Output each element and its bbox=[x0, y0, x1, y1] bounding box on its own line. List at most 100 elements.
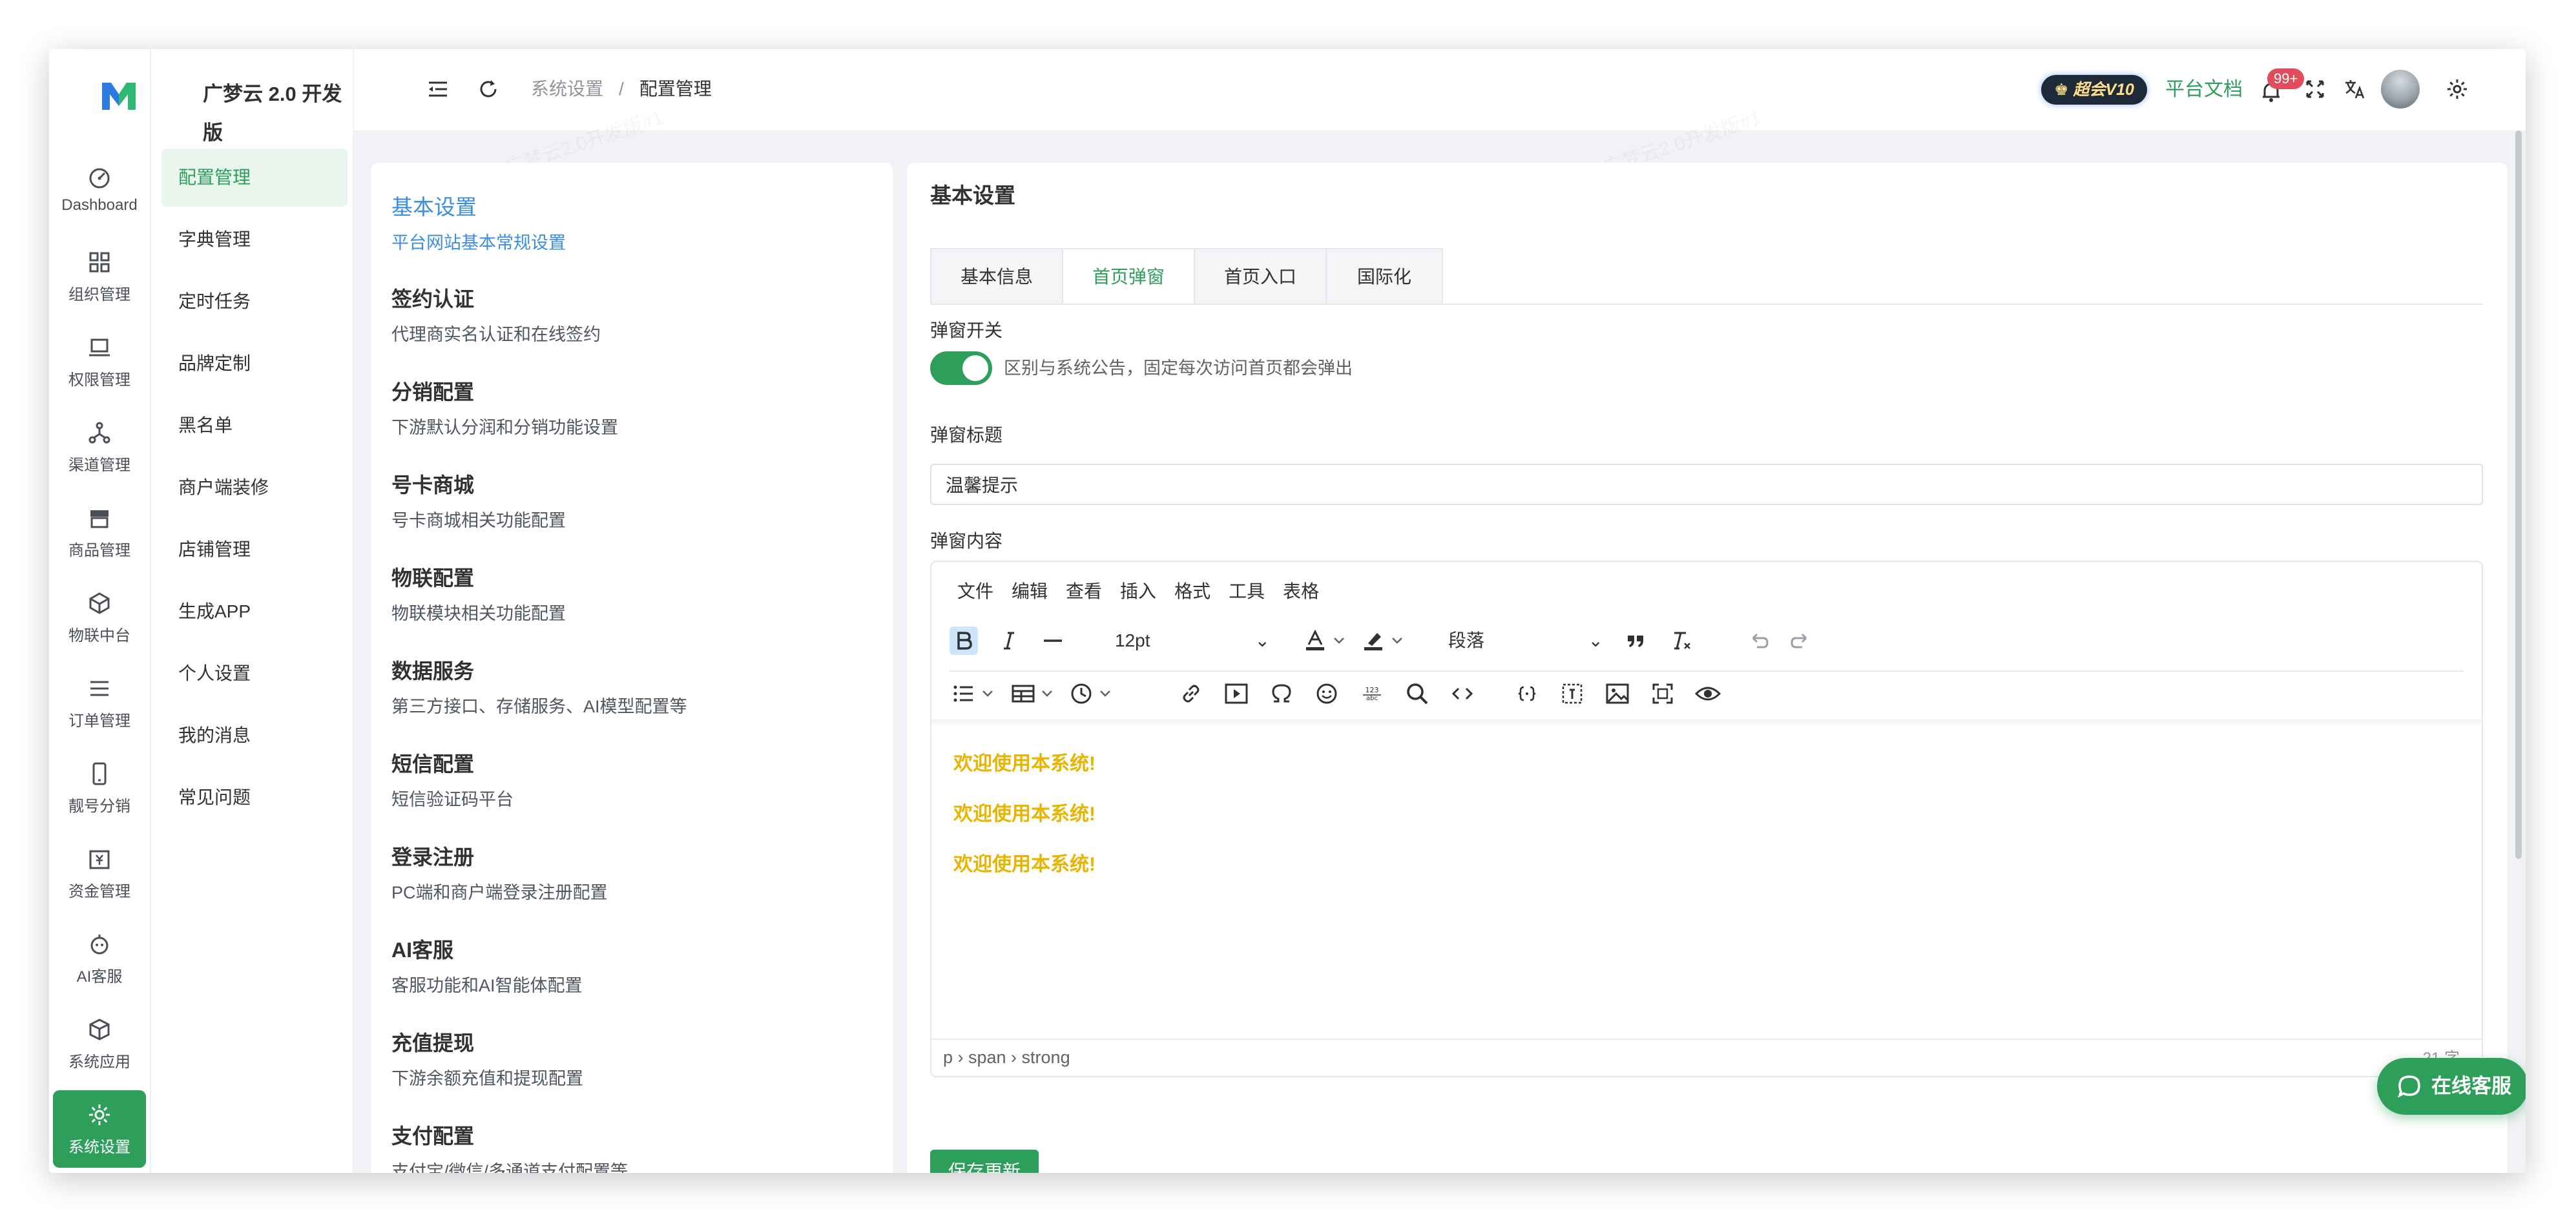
platform-docs-link[interactable]: 平台文档 bbox=[2165, 75, 2243, 105]
submenu-item-messages[interactable]: 我的消息 bbox=[161, 707, 348, 765]
rail-item-apps[interactable]: 系统应用 bbox=[53, 1005, 146, 1082]
menu-format[interactable]: 格式 bbox=[1174, 577, 1210, 603]
popup-switch-toggle[interactable] bbox=[930, 351, 992, 385]
italic-icon[interactable] bbox=[995, 627, 1023, 655]
highlight-color-icon[interactable] bbox=[1359, 627, 1387, 655]
menu-file[interactable]: 文件 bbox=[957, 577, 993, 603]
bold-icon[interactable] bbox=[950, 627, 978, 655]
toolbar-shadow bbox=[931, 720, 2482, 726]
tab-basic-info[interactable]: 基本信息 bbox=[930, 248, 1063, 304]
preview-eye-icon[interactable] bbox=[1694, 679, 1722, 708]
config-category-list: 基本设置 平台网站基本常规设置 签约认证 代理商实名认证和在线签约 分销配置 下… bbox=[371, 163, 893, 1173]
popup-title-input[interactable] bbox=[930, 464, 2483, 505]
menu-table[interactable]: 表格 bbox=[1283, 577, 1319, 603]
submenu-item-merchant-decor[interactable]: 商户端装修 bbox=[161, 459, 348, 517]
category-title: 基本设置 bbox=[391, 195, 477, 219]
rail-item-org[interactable]: 组织管理 bbox=[53, 238, 146, 315]
redo-icon[interactable] bbox=[1787, 627, 1815, 655]
element-path[interactable]: p › span › strong bbox=[943, 1048, 1070, 1068]
emoji-icon[interactable] bbox=[1313, 679, 1341, 708]
chevron-down-icon[interactable] bbox=[978, 679, 997, 708]
menu-tools[interactable]: 工具 bbox=[1229, 577, 1265, 603]
submenu-item-profile[interactable]: 个人设置 bbox=[161, 645, 348, 703]
category-sms[interactable]: 短信配置 短信验证码平台 bbox=[371, 748, 514, 811]
translate-icon[interactable] bbox=[2343, 78, 2367, 101]
rail-item-goods[interactable]: 商品管理 bbox=[53, 493, 146, 571]
submenu-item-config[interactable]: 配置管理 bbox=[161, 149, 348, 207]
vip-level-badge[interactable]: ♚ 超会V10 bbox=[2041, 75, 2147, 105]
rail-item-orders[interactable]: 订单管理 bbox=[53, 664, 146, 741]
m-logo-icon[interactable] bbox=[98, 75, 140, 116]
clear-format-icon[interactable] bbox=[1667, 627, 1695, 655]
category-login[interactable]: 登录注册 PC端和商户端登录注册配置 bbox=[371, 841, 608, 904]
menu-fold-icon[interactable] bbox=[426, 78, 450, 101]
media-icon[interactable] bbox=[1222, 679, 1251, 708]
submenu-item-build-app[interactable]: 生成APP bbox=[161, 583, 348, 641]
horizontal-rule-icon[interactable] bbox=[1039, 627, 1067, 655]
chevron-down-icon[interactable] bbox=[1329, 627, 1349, 655]
chevron-down-icon[interactable] bbox=[1096, 679, 1115, 708]
user-avatar[interactable] bbox=[2381, 70, 2420, 109]
menu-insert[interactable]: 插入 bbox=[1120, 577, 1156, 603]
menu-edit[interactable]: 编辑 bbox=[1012, 577, 1048, 603]
tab-home-popup[interactable]: 首页弹窗 bbox=[1062, 248, 1195, 304]
text-color-icon[interactable] bbox=[1301, 627, 1329, 655]
rail-item-ai-service[interactable]: AI客服 bbox=[53, 920, 146, 997]
category-data-service[interactable]: 数据服务 第三方接口、存储服务、AI模型配置等 bbox=[371, 655, 687, 718]
submenu-item-blacklist[interactable]: 黑名单 bbox=[161, 397, 348, 455]
chevron-down-icon[interactable] bbox=[1037, 679, 1057, 708]
clock-icon[interactable] bbox=[1067, 679, 1096, 708]
category-basic[interactable]: 基本设置 平台网站基本常规设置 bbox=[371, 190, 566, 254]
table-icon[interactable] bbox=[1009, 679, 1037, 708]
rail-item-number[interactable]: 靓号分销 bbox=[53, 749, 146, 827]
settings-gear-icon[interactable] bbox=[2446, 78, 2469, 101]
page-break-icon[interactable] bbox=[1558, 679, 1586, 708]
online-service-button[interactable]: 在线客服 bbox=[2377, 1058, 2526, 1115]
font-size-select[interactable]: 12pt ⌄ bbox=[1115, 623, 1276, 659]
block-format-select[interactable]: 段落 ⌄ bbox=[1448, 623, 1610, 659]
rail-item-settings[interactable]: 系统设置 bbox=[53, 1090, 146, 1168]
editor-content[interactable]: 欢迎使用本系统! 欢迎使用本系统! 欢迎使用本系统! bbox=[953, 752, 1096, 903]
rail-item-channel[interactable]: 渠道管理 bbox=[53, 408, 146, 486]
submenu-item-cron[interactable]: 定时任务 bbox=[161, 273, 348, 331]
submenu-item-faq[interactable]: 常见问题 bbox=[161, 769, 348, 827]
category-card-mall[interactable]: 号卡商城 号卡商城相关功能配置 bbox=[371, 469, 566, 532]
rail-item-permission[interactable]: 权限管理 bbox=[53, 323, 146, 400]
submenu-item-dict[interactable]: 字典管理 bbox=[161, 211, 348, 269]
rail-item-funds[interactable]: 资金管理 bbox=[53, 834, 146, 912]
category-payment[interactable]: 支付配置 支付宝/微信/多通道支付配置等 bbox=[371, 1120, 628, 1173]
link-icon[interactable] bbox=[1177, 679, 1205, 708]
breadcrumb-parent[interactable]: 系统设置 bbox=[531, 79, 603, 99]
rail-item-iot[interactable]: 物联中台 bbox=[53, 579, 146, 656]
chevron-down-icon[interactable] bbox=[1387, 627, 1407, 655]
code-sample-icon[interactable] bbox=[1513, 679, 1541, 708]
category-sign[interactable]: 签约认证 代理商实名认证和在线签约 bbox=[371, 283, 601, 346]
rail-item-label: 系统设置 bbox=[68, 1139, 130, 1156]
save-update-button[interactable]: 保存更新 bbox=[930, 1150, 1039, 1173]
special-char-icon[interactable] bbox=[1267, 679, 1296, 708]
code-view-icon[interactable] bbox=[1448, 679, 1477, 708]
image-icon[interactable] bbox=[1603, 679, 1632, 708]
undo-icon[interactable] bbox=[1744, 627, 1772, 655]
rail-item-dashboard[interactable]: Dashboard bbox=[53, 152, 146, 230]
refresh-icon[interactable] bbox=[477, 78, 500, 101]
tab-home-entry[interactable]: 首页入口 bbox=[1194, 248, 1327, 304]
fullscreen-icon[interactable] bbox=[2303, 78, 2327, 101]
category-iot[interactable]: 物联配置 物联模块相关功能配置 bbox=[371, 562, 566, 625]
blockquote-icon[interactable] bbox=[1621, 627, 1650, 655]
fullscreen-editor-icon[interactable] bbox=[1648, 679, 1677, 708]
category-recharge[interactable]: 充值提现 下游余额充值和提现配置 bbox=[371, 1027, 583, 1090]
bullet-list-icon[interactable] bbox=[950, 679, 978, 708]
cube-icon bbox=[89, 592, 110, 614]
page-scrollbar[interactable] bbox=[2515, 130, 2522, 859]
submenu-item-store[interactable]: 店铺管理 bbox=[161, 521, 348, 579]
category-ai-service[interactable]: AI客服 客服功能和AI智能体配置 bbox=[371, 934, 583, 997]
category-distribution[interactable]: 分销配置 下游默认分润和分销功能设置 bbox=[371, 376, 618, 439]
category-desc: 号卡商城相关功能配置 bbox=[391, 511, 566, 530]
tab-i18n[interactable]: 国际化 bbox=[1325, 248, 1443, 304]
menu-view[interactable]: 查看 bbox=[1066, 577, 1102, 603]
submenu-item-brand[interactable]: 品牌定制 bbox=[161, 335, 348, 393]
chat-bubble-icon bbox=[2398, 1075, 2420, 1098]
search-icon[interactable] bbox=[1403, 679, 1431, 708]
word-count-icon[interactable]: 123 abc bbox=[1358, 679, 1386, 708]
